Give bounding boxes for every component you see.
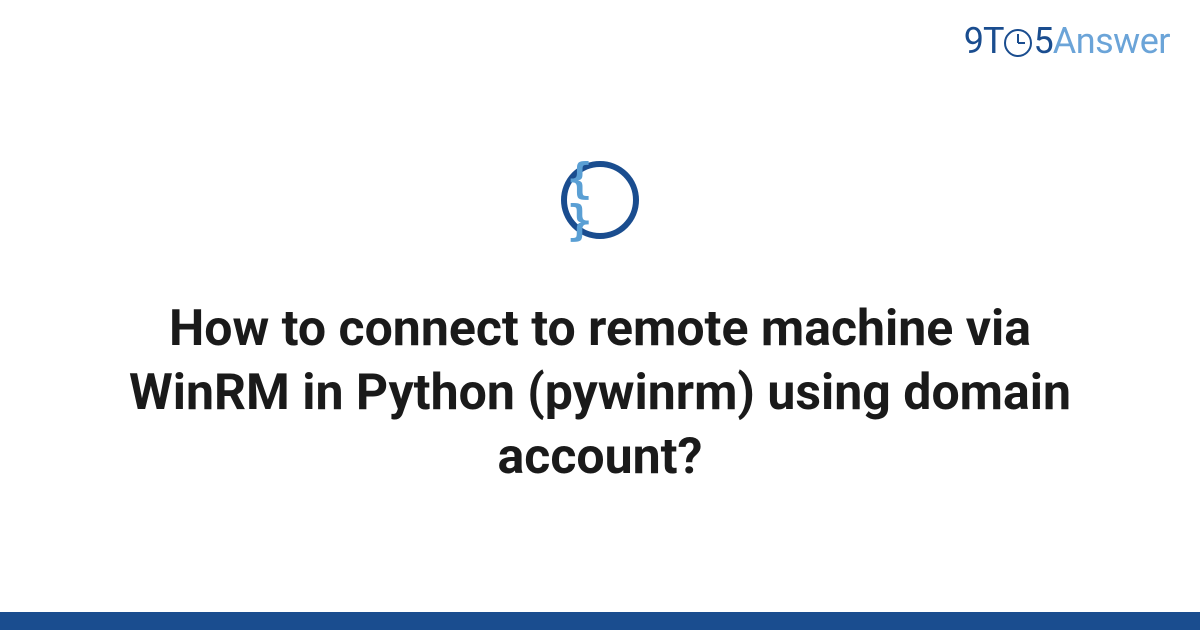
question-title: How to connect to remote machine via Win… — [90, 297, 1110, 489]
code-braces-icon: { } — [567, 158, 633, 242]
main-content: { } How to connect to remote machine via… — [0, 0, 1200, 630]
category-icon-circle: { } — [561, 161, 639, 239]
footer-accent-bar — [0, 612, 1200, 630]
